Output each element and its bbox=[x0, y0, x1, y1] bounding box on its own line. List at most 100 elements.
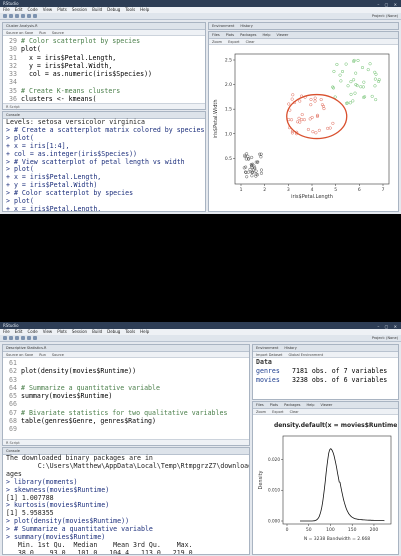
console-output[interactable]: Levels: setosa versicolor virginica > # C… bbox=[3, 118, 205, 211]
title-bar: RStudio – ▢ ✕ bbox=[0, 0, 401, 7]
code-line[interactable]: 35 # Create K-means clusters bbox=[3, 87, 205, 95]
scatter-point bbox=[366, 68, 370, 72]
menu-tools[interactable]: Tools bbox=[125, 329, 135, 334]
scatter-point bbox=[309, 103, 313, 107]
tab-plots[interactable]: Plots bbox=[226, 33, 234, 37]
menu-session[interactable]: Session bbox=[72, 7, 87, 12]
menu-edit[interactable]: Edit bbox=[15, 329, 23, 334]
menu-view[interactable]: View bbox=[43, 7, 53, 12]
console-input-line: > # Create a scatterplot matrix colored … bbox=[6, 125, 205, 134]
code-line[interactable]: 65 summary(movies$Runtime) bbox=[3, 392, 249, 400]
window-title: RStudio bbox=[3, 1, 19, 6]
tab-files[interactable]: Files bbox=[256, 403, 264, 407]
plot-tool-clear[interactable]: Clear bbox=[290, 410, 299, 414]
plot-tool-clear[interactable]: Clear bbox=[246, 40, 255, 44]
tab-history[interactable]: History bbox=[240, 24, 252, 28]
env-tool-global-environment[interactable]: Global Environment bbox=[288, 353, 323, 357]
tab-packages[interactable]: Packages bbox=[284, 403, 300, 407]
menu-build[interactable]: Build bbox=[92, 329, 102, 334]
menu-session[interactable]: Session bbox=[72, 329, 87, 334]
code-line[interactable]: 66 bbox=[3, 400, 249, 408]
code-line[interactable]: 62 plot(density(movies$Runtime)) bbox=[3, 367, 249, 375]
plot-tool-zoom[interactable]: Zoom bbox=[256, 410, 266, 414]
menu-debug[interactable]: Debug bbox=[107, 329, 120, 334]
code-line[interactable]: 31 x = iris$Petal.Length, bbox=[3, 54, 205, 62]
scatter-point bbox=[313, 99, 317, 103]
menu-code[interactable]: Code bbox=[27, 7, 37, 12]
code-line[interactable]: 67 # Bivariate statistics for two qualita… bbox=[3, 409, 249, 417]
tab-viewer[interactable]: Viewer bbox=[276, 33, 288, 37]
code-line[interactable]: 29 # Color scatterplot by species bbox=[3, 37, 205, 45]
scatter-point bbox=[250, 174, 254, 178]
menu-build[interactable]: Build bbox=[92, 7, 102, 12]
code-editor[interactable]: 29 # Color scatterplot by species 30 plot(3… bbox=[3, 36, 205, 103]
editor-tool-source-on-save[interactable]: Source on Save bbox=[6, 353, 33, 357]
env-tool-import-dataset[interactable]: Import Dataset bbox=[256, 353, 282, 357]
plot-tool-export[interactable]: Export bbox=[228, 40, 239, 44]
editor-tool-source[interactable]: Source bbox=[52, 353, 64, 357]
menu-plots[interactable]: Plots bbox=[57, 7, 67, 12]
project-label[interactable]: Project: (None) bbox=[372, 14, 398, 18]
scatter-point bbox=[287, 102, 291, 106]
line-number: 63 bbox=[9, 375, 17, 384]
code-line[interactable]: 64 # Summarize a quantitative variable bbox=[3, 384, 249, 392]
code-line[interactable]: 63 bbox=[3, 376, 249, 384]
scatter-point bbox=[328, 126, 332, 130]
editor-tab-bar: Cluster Analysis.R bbox=[3, 23, 205, 30]
env-row-genres[interactable]: genres 7181 obs. of 7 variables bbox=[253, 367, 398, 376]
console-output[interactable]: The downloaded binary packages are in C:… bbox=[3, 454, 249, 554]
console-input-line: > # View scatterplot of petal length vs … bbox=[6, 157, 185, 166]
scatter-point bbox=[373, 70, 377, 74]
menu-file[interactable]: File bbox=[3, 7, 10, 12]
menu-edit[interactable]: Edit bbox=[15, 7, 23, 12]
editor-tab[interactable]: Descriptive Statistics.R bbox=[6, 346, 46, 350]
tab-help[interactable]: Help bbox=[306, 403, 314, 407]
title-bar: RStudio – ▢ ✕ bbox=[0, 322, 401, 329]
env-row-movies[interactable]: movies 3238 obs. of 6 variables bbox=[253, 376, 398, 385]
toolbar-icons[interactable] bbox=[3, 14, 37, 18]
project-label[interactable]: Project: (None) bbox=[372, 336, 398, 340]
scatter-point bbox=[374, 98, 378, 102]
line-number: 30 bbox=[9, 45, 17, 54]
window-controls[interactable]: – ▢ ✕ bbox=[377, 1, 399, 8]
menu-plots[interactable]: Plots bbox=[57, 329, 67, 334]
code-line[interactable]: 30 plot( bbox=[3, 45, 205, 53]
plot-tool-zoom[interactable]: Zoom bbox=[212, 40, 222, 44]
tab-files[interactable]: Files bbox=[212, 33, 220, 37]
code-line[interactable]: 34 bbox=[3, 78, 205, 86]
code-line[interactable]: 32 y = iris$Petal.Width, bbox=[3, 62, 205, 70]
scatter-point bbox=[349, 92, 353, 96]
tab-packages[interactable]: Packages bbox=[240, 33, 256, 37]
editor-tool-source[interactable]: Source bbox=[52, 31, 64, 35]
tab-environment[interactable]: Environment bbox=[212, 24, 234, 28]
editor-tool-run[interactable]: Run bbox=[39, 353, 46, 357]
tab-help[interactable]: Help bbox=[262, 33, 270, 37]
menu-code[interactable]: Code bbox=[27, 329, 37, 334]
editor-tool-run[interactable]: Run bbox=[39, 31, 46, 35]
code-line[interactable]: 33 col = as.numeric(iris$Species)) bbox=[3, 70, 205, 78]
toolbar-icons[interactable] bbox=[3, 336, 37, 340]
menu-help[interactable]: Help bbox=[140, 7, 149, 12]
menu-file[interactable]: File bbox=[3, 329, 10, 334]
code-line[interactable]: 69 bbox=[3, 425, 249, 433]
code-editor[interactable]: 61 62 plot(density(movies$Runtime)) 63 64 # S… bbox=[3, 358, 249, 434]
env-list: genres 7181 obs. of 7 variables movies 3238… bbox=[253, 367, 398, 385]
x-tick-label: 1 bbox=[240, 187, 243, 193]
editor-status: R Script bbox=[3, 439, 249, 445]
tab-plots[interactable]: Plots bbox=[270, 403, 278, 407]
menu-tools[interactable]: Tools bbox=[125, 7, 135, 12]
x-axis-label: iris$Petal.Length bbox=[291, 194, 333, 200]
tab-history[interactable]: History bbox=[284, 346, 296, 350]
menu-debug[interactable]: Debug bbox=[107, 7, 120, 12]
menu-view[interactable]: View bbox=[43, 329, 53, 334]
tab-environment[interactable]: Environment bbox=[256, 346, 278, 350]
plot-tool-export[interactable]: Export bbox=[272, 410, 283, 414]
window-controls[interactable]: – ▢ ✕ bbox=[377, 323, 399, 330]
editor-tab[interactable]: Cluster Analysis.R bbox=[6, 24, 38, 28]
editor-tool-source-on-save[interactable]: Source on Save bbox=[6, 31, 33, 35]
plots-tabs: Files Plots Packages Help Viewer bbox=[209, 32, 398, 39]
menu-help[interactable]: Help bbox=[140, 329, 149, 334]
code-line[interactable]: 61 bbox=[3, 359, 249, 367]
tab-viewer[interactable]: Viewer bbox=[320, 403, 332, 407]
code-line[interactable]: 68 table(genres$Genre, genres$Rating) bbox=[3, 417, 249, 425]
